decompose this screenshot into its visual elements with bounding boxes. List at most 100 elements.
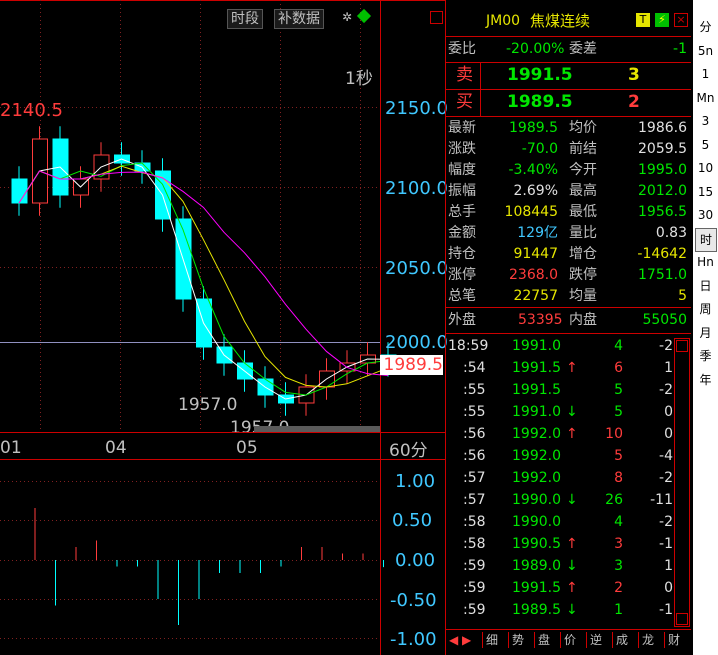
tick-time: :55 — [463, 382, 486, 398]
bid-row[interactable]: 买 1989.5 2 — [446, 92, 691, 114]
period-9[interactable]: 时 — [695, 227, 717, 252]
period-14[interactable]: 季 — [693, 345, 718, 367]
scroll-down-icon[interactable] — [676, 613, 688, 625]
tick-time: :56 — [463, 448, 486, 464]
tick-price: 1989.0 — [512, 558, 561, 574]
inner-label: 内盘 — [569, 312, 597, 328]
indicator-axis-label: 0.00 — [395, 550, 436, 571]
stat-label: 增仓 — [569, 246, 597, 262]
bottom-tab[interactable]: 价 — [560, 632, 576, 648]
bottom-tab[interactable]: 盘 — [534, 632, 550, 648]
quote-panel: JM00 焦煤连续 T ⚡ × 委比 -20.00% 委差 -1 卖 1991.… — [445, 0, 693, 655]
tick-row[interactable]: :55 1991.0 ↓ 5 0 — [446, 401, 691, 423]
tick-price: 1991.0 — [512, 404, 561, 420]
period-1[interactable]: 5n — [693, 40, 718, 62]
period-12[interactable]: 周 — [693, 298, 718, 320]
tick-row[interactable]: :59 1989.0 ↓ 3 1 — [446, 555, 691, 577]
tick-volume: 5 — [614, 382, 623, 398]
tick-price: 1991.5 — [512, 580, 561, 596]
tick-arrow-icon: ↓ — [566, 492, 578, 508]
tick-change: -1 — [659, 536, 673, 552]
chart-scrollbar[interactable] — [254, 426, 380, 432]
tick-change: 0 — [664, 426, 673, 442]
price-axis-label: 2100.0 — [385, 178, 448, 199]
tick-volume: 5 — [614, 448, 623, 464]
t-icon[interactable]: T — [636, 13, 650, 27]
stat-label: 总手 — [448, 204, 476, 220]
stat-value: -3.40% — [508, 162, 558, 178]
stat-row: 涨跌 -70.0 前结 2059.5 — [446, 139, 691, 160]
gear-icon[interactable]: ✲ — [342, 11, 354, 23]
tick-row[interactable]: :56 1992.0 ↑ 10 0 — [446, 423, 691, 445]
stat-label: 金额 — [448, 225, 476, 241]
period-0[interactable]: 分 — [693, 16, 718, 38]
bottom-tab[interactable]: 势 — [508, 632, 524, 648]
maximize-icon[interactable] — [430, 11, 443, 24]
period-2[interactable]: 1 — [693, 63, 718, 85]
stat-value: 91447 — [513, 246, 558, 262]
tick-row[interactable]: 18:59 1991.0 4 -2 — [446, 335, 691, 357]
stat-label: 均价 — [569, 120, 597, 136]
scroll-up-icon[interactable] — [676, 340, 688, 352]
tick-volume: 1 — [614, 602, 623, 618]
tab-next-icon[interactable]: ▶ — [462, 632, 471, 648]
tick-row[interactable]: :54 1991.5 ↑ 6 1 — [446, 357, 691, 379]
period-15[interactable]: 年 — [693, 369, 718, 391]
stat-value: 2012.0 — [638, 183, 687, 199]
instrument-name: 焦煤连续 — [530, 12, 591, 30]
tick-change: 1 — [664, 360, 673, 376]
tick-row[interactable]: :58 1990.5 ↑ 3 -1 — [446, 533, 691, 555]
tick-row[interactable]: :56 1992.0 5 -4 — [446, 445, 691, 467]
bottom-tab[interactable]: 财 — [664, 632, 680, 648]
stat-row: 持仓 91447 增仓 -14642 — [446, 244, 691, 265]
stat-row: 金额 129亿 量比 0.83 — [446, 223, 691, 244]
period-7[interactable]: 15 — [693, 181, 718, 203]
stat-value: 5 — [678, 288, 687, 304]
period-11[interactable]: 日 — [693, 275, 718, 297]
close-icon[interactable]: × — [674, 13, 688, 27]
stat-value: 0.83 — [655, 225, 687, 241]
tick-row[interactable]: :55 1991.5 5 -2 — [446, 379, 691, 401]
tick-arrow-icon: ↓ — [566, 558, 578, 574]
timeshare-button[interactable]: 时段 — [227, 9, 263, 29]
tick-volume: 4 — [614, 514, 623, 530]
stat-value: 129亿 — [517, 225, 558, 241]
stat-label: 最低 — [569, 204, 597, 220]
tick-time: :59 — [463, 602, 486, 618]
kline-chart[interactable] — [0, 0, 445, 655]
stat-row: 振幅 2.69% 最高 2012.0 — [446, 181, 691, 202]
lightning-icon[interactable]: ⚡ — [655, 13, 669, 27]
period-8[interactable]: 30 — [693, 204, 718, 226]
tick-arrow-icon: ↓ — [566, 602, 578, 618]
tab-prev-icon[interactable]: ◀ — [449, 632, 458, 648]
period-6[interactable]: 10 — [693, 157, 718, 179]
price-axis-label: 2050.0 — [385, 258, 448, 279]
tick-scrollbar[interactable] — [674, 338, 690, 627]
period-13[interactable]: 月 — [693, 322, 718, 344]
backfill-data-button[interactable]: 补数据 — [274, 9, 324, 29]
candle — [11, 178, 28, 204]
tick-time: :59 — [463, 558, 486, 574]
ask-price: 1991.5 — [507, 65, 573, 85]
tick-row[interactable]: :59 1991.5 ↑ 2 0 — [446, 577, 691, 599]
tick-row[interactable]: :57 1992.0 8 -2 — [446, 467, 691, 489]
tick-row[interactable]: :59 1989.5 ↓ 1 -1 — [446, 599, 691, 621]
stat-value: -14642 — [637, 246, 687, 262]
tick-row[interactable]: :58 1990.0 4 -2 — [446, 511, 691, 533]
bottom-tab[interactable]: 细 — [482, 632, 498, 648]
chart-area[interactable]: 时段 补数据 ✲ 1秒 2140.5 1957.0 1957.0 2150.0 … — [0, 0, 448, 655]
period-label[interactable]: 60分 — [389, 436, 428, 461]
tick-row[interactable]: :57 1990.0 ↓ 26 -11 — [446, 489, 691, 511]
bottom-tab[interactable]: 逆 — [586, 632, 602, 648]
bottom-tab[interactable]: 龙 — [638, 632, 654, 648]
tick-time: :57 — [463, 470, 486, 486]
period-4[interactable]: 3 — [693, 110, 718, 132]
period-3[interactable]: Mn — [693, 87, 718, 109]
bottom-tab[interactable]: 成 — [612, 632, 628, 648]
tick-price: 1992.0 — [512, 470, 561, 486]
period-10[interactable]: Hn — [693, 251, 718, 273]
period-5[interactable]: 5 — [693, 134, 718, 156]
stat-value: 1956.5 — [638, 204, 687, 220]
stat-value: 1995.0 — [638, 162, 687, 178]
ask-row[interactable]: 卖 1991.5 3 — [446, 65, 691, 87]
